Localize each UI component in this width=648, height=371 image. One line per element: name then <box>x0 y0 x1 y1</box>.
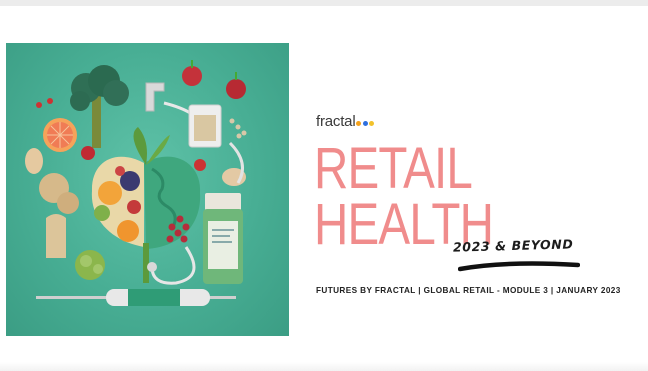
brand-dots-icon <box>356 120 375 126</box>
bottom-border <box>0 362 648 371</box>
brand-name: fractal <box>316 112 356 130</box>
food-and-health-illustration-icon <box>25 60 247 306</box>
apple-icon <box>182 60 246 99</box>
subtitle: FUTURES BY FRACTAL | GLOBAL RETAIL - MOD… <box>316 286 621 295</box>
hero-illustration <box>6 43 289 336</box>
grapefruit-icon <box>43 118 77 152</box>
bottle-icon <box>203 193 243 284</box>
title-line-1: RETAIL <box>314 136 473 201</box>
syringe-icon <box>36 289 236 306</box>
brand-dot <box>356 120 362 126</box>
brush-underline-icon <box>458 261 580 272</box>
top-border <box>0 0 648 6</box>
mushroom-icon <box>39 173 79 258</box>
tagline: 2023 & BEYOND <box>452 236 574 255</box>
jar-icon <box>188 104 247 148</box>
brand-dot <box>362 120 368 126</box>
brand-logo: fractal <box>316 112 375 130</box>
broccoli-icon <box>70 65 129 148</box>
brand-dot <box>369 120 375 126</box>
brain-icon <box>91 127 201 283</box>
